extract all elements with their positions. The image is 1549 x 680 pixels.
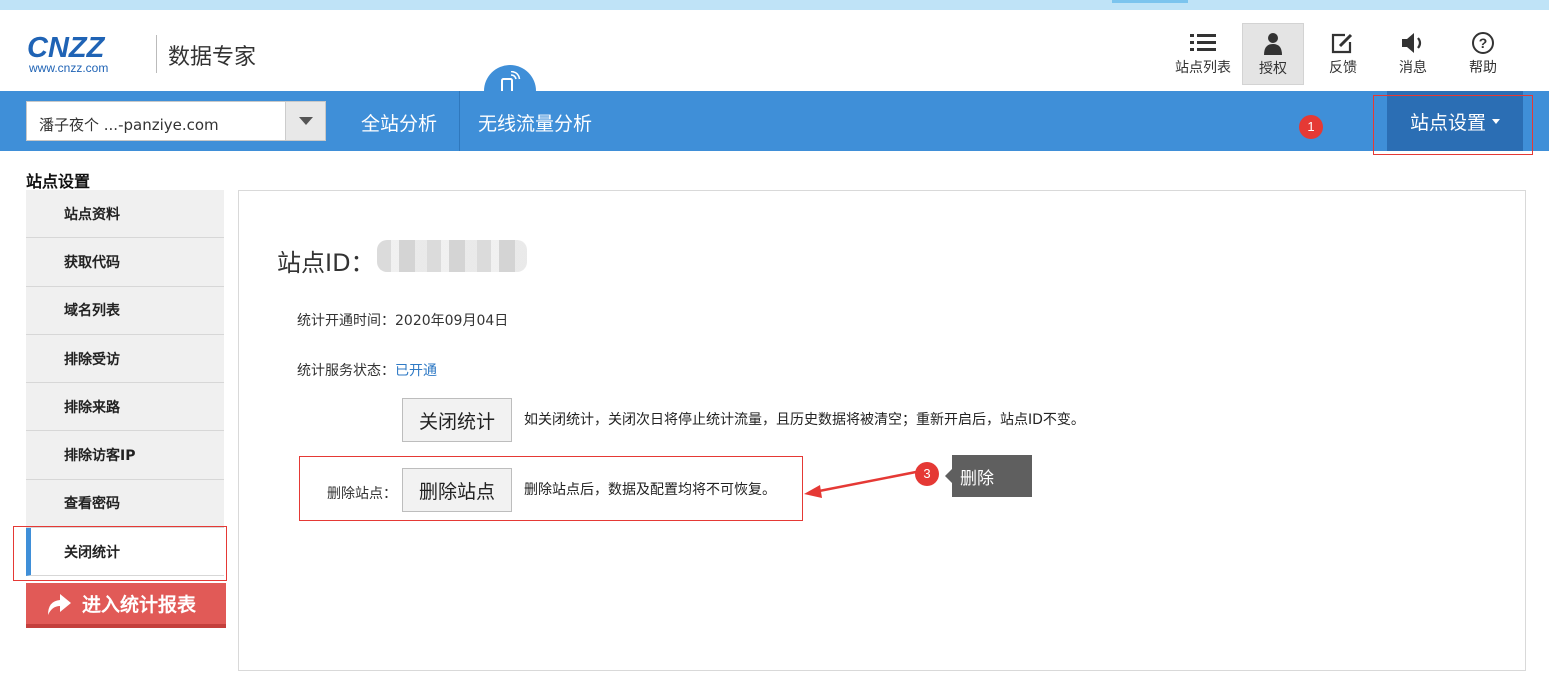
- speaker-icon: [1378, 31, 1448, 55]
- highlight-box-delete-site: [299, 456, 803, 521]
- edit-icon: [1308, 31, 1378, 55]
- logo-brand: CNZZ: [27, 32, 105, 64]
- logo[interactable]: CNZZ www.cnzz.com: [27, 34, 108, 75]
- open-time-row: 统计开通时间：2020年09月04日: [297, 310, 508, 330]
- sidebar-item-exclude-visited[interactable]: 排除受访: [26, 334, 224, 384]
- site-id-blurred-value: [377, 240, 527, 272]
- sidebar-title: 站点设置: [26, 172, 91, 191]
- messages-label: 消息: [1399, 60, 1427, 76]
- main-panel: 站点ID： 统计开通时间：2020年09月04日 统计服务状态：已开通 关闭统计…: [238, 190, 1526, 671]
- open-time-value: 2020年09月04日: [395, 313, 509, 329]
- user-icon: [1243, 32, 1303, 56]
- sidebar-item-view-password[interactable]: 查看密码: [26, 479, 224, 529]
- sidebar-item-exclude-referrer[interactable]: 排除来路: [26, 383, 224, 432]
- top-toolbar: 站点列表 授权 反馈 消息 ? 帮助: [1168, 23, 1518, 85]
- enter-report-button[interactable]: 进入统计报表: [26, 583, 226, 628]
- sidebar-item-domain-list[interactable]: 域名列表: [26, 286, 224, 335]
- logo-divider: [156, 35, 157, 73]
- sidebar-item-exclude-ip[interactable]: 排除访客IP: [26, 431, 224, 480]
- open-time-label: 统计开通时间：: [297, 313, 395, 329]
- step-marker-3: 3: [915, 462, 939, 486]
- status-label: 统计服务状态：: [297, 363, 395, 379]
- highlight-box-close-stats: [13, 526, 227, 581]
- close-stats-note: 如关闭统计，关闭次日将停止统计流量，且历史数据将被清空；重新开启后，站点ID不变…: [524, 412, 1085, 428]
- enter-report-label: 进入统计报表: [82, 594, 197, 616]
- svg-text:?: ?: [1479, 35, 1488, 51]
- status-row: 统计服务状态：已开通: [297, 360, 437, 380]
- sidebar-item-get-code[interactable]: 获取代码: [26, 238, 224, 287]
- product-title: 数据专家: [168, 45, 257, 70]
- help-button[interactable]: ? 帮助: [1448, 23, 1518, 85]
- top-strip-highlight: [1112, 0, 1188, 3]
- close-stats-button[interactable]: 关闭统计: [402, 398, 512, 442]
- help-label: 帮助: [1469, 60, 1497, 76]
- site-list-label: 站点列表: [1175, 60, 1231, 76]
- highlight-box-settings: [1373, 95, 1533, 155]
- share-arrow-icon: [44, 591, 72, 617]
- top-strip: [0, 0, 1549, 10]
- feedback-label: 反馈: [1329, 60, 1357, 76]
- header: CNZZ www.cnzz.com 数据专家 站点列表 授权 反馈 消息 ? 帮…: [0, 10, 1549, 91]
- authorize-label: 授权: [1259, 61, 1287, 77]
- authorize-button[interactable]: 授权: [1242, 23, 1304, 85]
- sidebar-item-site-info[interactable]: 站点资料: [26, 190, 224, 239]
- feedback-button[interactable]: 反馈: [1308, 23, 1378, 85]
- step-marker-1: 1: [1299, 115, 1323, 139]
- nav-full-analysis[interactable]: 全站分析: [361, 109, 437, 136]
- sidebar-menu: 站点资料 获取代码 域名列表 排除受访 排除来路 排除访客IP 查看密码 关闭统…: [26, 190, 224, 577]
- delete-tooltip: 删除: [945, 455, 1032, 497]
- logo-url: www.cnzz.com: [29, 61, 109, 75]
- chevron-down-icon[interactable]: [285, 102, 325, 140]
- messages-button[interactable]: 消息: [1378, 23, 1448, 85]
- site-select-value: 潘子夜个 ...-panziye.com: [39, 116, 219, 134]
- nav-wireless-analysis[interactable]: 无线流量分析: [478, 109, 592, 136]
- status-value: 已开通: [395, 363, 437, 379]
- nav-divider: [459, 91, 460, 151]
- help-icon: ?: [1448, 31, 1518, 55]
- site-id-label: 站点ID：: [277, 249, 375, 277]
- arrow-pointer: [804, 470, 917, 498]
- site-list-button[interactable]: 站点列表: [1168, 23, 1238, 85]
- site-select[interactable]: 潘子夜个 ...-panziye.com: [26, 101, 326, 141]
- list-icon: [1168, 31, 1238, 55]
